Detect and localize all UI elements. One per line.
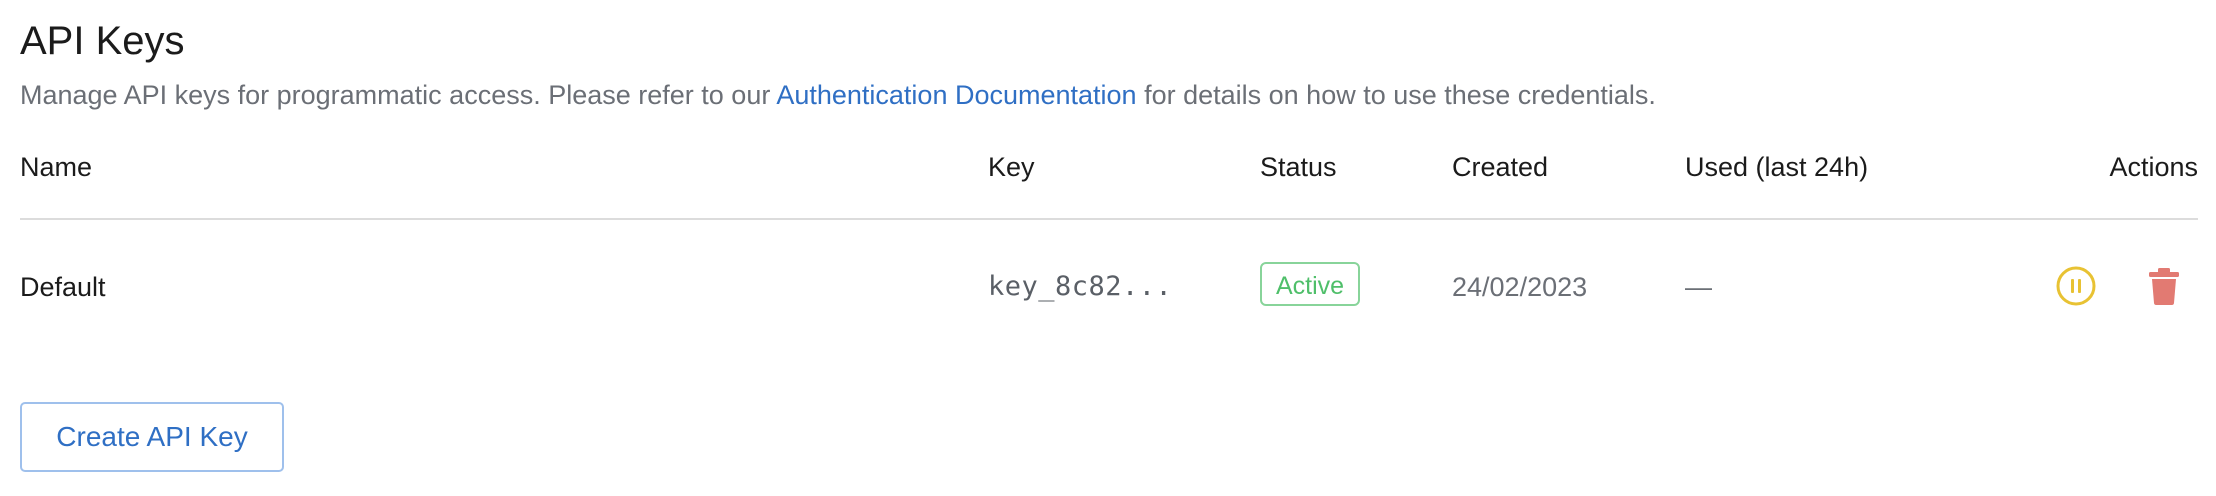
column-header-key: Key: [988, 152, 1035, 182]
column-header-created: Created: [1452, 152, 1549, 182]
trash-icon: [2149, 268, 2179, 305]
column-header-name: Name: [20, 152, 93, 182]
usage-last-24h: —: [1685, 272, 1712, 302]
description-text-before: Manage API keys for programmatic access.…: [20, 80, 777, 110]
pause-circle-icon: [2056, 266, 2096, 306]
key-name: Default: [20, 272, 106, 302]
pause-key-button[interactable]: [2054, 264, 2098, 308]
create-api-key-button[interactable]: Create API Key: [20, 402, 284, 472]
table-header-divider: [20, 218, 2198, 220]
description-text-after: for details on how to use these credenti…: [1136, 80, 1656, 110]
column-header-actions: Actions: [2109, 152, 2198, 182]
key-value: key_8c82...: [988, 271, 1173, 302]
column-header-used: Used (last 24h): [1685, 152, 1869, 182]
created-date: 24/02/2023: [1452, 272, 1588, 302]
page-title: API Keys: [20, 19, 185, 63]
authentication-docs-link[interactable]: Authentication Documentation: [776, 80, 1136, 110]
column-header-status: Status: [1260, 152, 1337, 182]
page-description: Manage API keys for programmatic access.…: [20, 78, 1656, 112]
delete-key-button[interactable]: [2142, 264, 2186, 308]
api-keys-panel: API Keys Manage API keys for programmati…: [20, 0, 2198, 496]
status-badge: Active: [1260, 262, 1361, 306]
